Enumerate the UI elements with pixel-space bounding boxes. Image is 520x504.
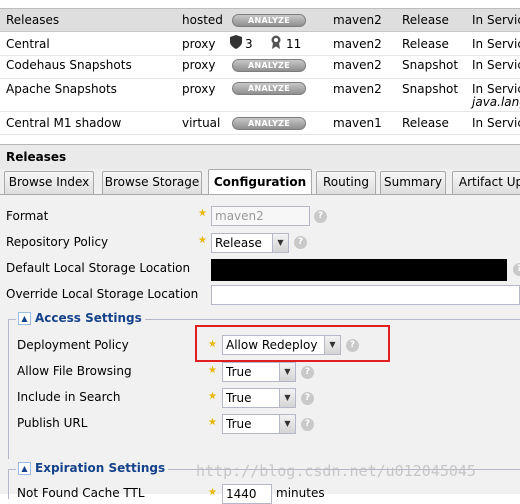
table-row[interactable]: Central M1 shadow virtual ANALYZE maven1… [0,112,520,135]
repo-format: maven1 [333,116,382,130]
not-found-cache-ttl-unit: minutes [276,486,325,500]
repo-name: Codehaus Snapshots [6,58,132,72]
help-icon[interactable]: ? [513,263,520,276]
required-star-icon: ★ [198,235,207,246]
repo-policy: Snapshot [402,82,459,96]
chevron-down-icon[interactable]: ▼ [272,234,288,252]
publish-url-label: Publish URL [17,416,88,430]
repo-format: maven2 [333,37,382,51]
allow-file-browsing-label: Allow File Browsing [17,364,132,378]
override-storage-field[interactable] [211,285,520,305]
allow-file-browsing-select[interactable]: True ▼ [222,362,296,382]
table-row[interactable]: Apache Snapshots proxy ANALYZE maven2 Sn… [0,79,520,112]
repo-format: maven2 [333,13,382,27]
required-star-icon: ★ [208,391,217,402]
default-storage-field[interactable] [211,259,507,281]
award-icon [270,35,282,52]
required-star-icon: ★ [208,487,217,498]
not-found-cache-ttl-label: Not Found Cache TTL [17,486,145,500]
award-count: 11 [286,37,302,51]
format-label: Format [6,209,49,223]
analyze-button[interactable]: ANALYZE [232,117,306,130]
expiration-settings-title: Expiration Settings [35,461,166,475]
tab-browse-storage[interactable]: Browse Storage [102,171,202,194]
repo-format: maven2 [333,82,382,96]
tab-configuration[interactable]: Configuration [208,169,312,194]
include-in-search-select[interactable]: True ▼ [222,388,296,408]
panel-title: Releases [0,144,520,169]
repo-name: Central [6,37,50,51]
repo-status: In Service [472,37,520,51]
repo-type: virtual [182,116,221,130]
repo-status: In Service [472,82,520,96]
include-in-search-value: True [226,391,252,405]
repo-name: Central M1 shadow [6,116,122,130]
not-found-cache-ttl-field[interactable]: 1440 [222,484,272,504]
help-icon[interactable]: ? [301,366,314,379]
access-settings-legend[interactable]: ▲ Access Settings [16,311,145,325]
repository-policy-select[interactable]: Release ▼ [211,233,289,253]
repo-policy: Release [402,116,449,130]
repo-type: proxy [182,58,216,72]
analyze-button[interactable]: ANALYZE [232,82,306,95]
deployment-policy-label: Deployment Policy [17,338,129,352]
analyze-button[interactable]: ANALYZE [232,59,306,72]
table-row[interactable]: Central proxy 3 11 maven2 Release In Ser… [0,32,520,56]
repo-type: proxy [182,37,216,51]
table-row[interactable]: Releases hosted ANALYZE maven2 Release I… [0,8,520,32]
repo-name: Releases [6,13,60,27]
access-settings-title: Access Settings [35,311,142,325]
repo-type: proxy [182,82,216,96]
repo-type: hosted [182,13,223,27]
help-icon[interactable]: ? [294,236,307,249]
collapse-icon[interactable]: ▲ [18,462,31,475]
repo-status: In Service [472,13,520,27]
help-icon[interactable]: ? [301,392,314,405]
publish-url-select[interactable]: True ▼ [222,414,296,434]
tab-summary[interactable]: Summary [380,171,446,194]
tab-routing[interactable]: Routing [316,171,376,194]
repository-policy-label: Repository Policy [6,235,109,249]
help-icon[interactable]: ? [301,418,314,431]
repo-status-detail: java.lang [472,95,520,109]
chevron-down-icon[interactable]: ▼ [279,415,295,433]
required-star-icon: ★ [208,417,217,428]
repo-policy: Snapshot [402,58,459,72]
repo-name: Apache Snapshots [6,82,117,96]
repo-status: In Service [472,58,520,72]
shield-icon [230,35,242,52]
tab-artifact-upload[interactable]: Artifact Up [452,171,520,194]
chevron-down-icon[interactable]: ▼ [279,389,295,407]
repository-grid: Releases hosted ANALYZE maven2 Release I… [0,0,520,135]
publish-url-value: True [226,417,252,431]
repo-policy: Release [402,37,449,51]
chevron-down-icon[interactable]: ▼ [279,363,295,381]
default-storage-label: Default Local Storage Location [6,261,191,275]
repo-policy: Release [402,13,449,27]
repo-format: maven2 [333,58,382,72]
expiration-settings-legend[interactable]: ▲ Expiration Settings [16,461,169,475]
tab-browse-index[interactable]: Browse Index [4,171,94,194]
collapse-icon[interactable]: ▲ [18,312,31,325]
include-in-search-label: Include in Search [17,390,121,404]
analyze-button[interactable]: ANALYZE [232,14,306,27]
table-row[interactable]: Codehaus Snapshots proxy ANALYZE maven2 … [0,56,520,79]
override-storage-label: Override Local Storage Location [6,287,199,301]
highlight-box [195,325,390,362]
repository-policy-value: Release [215,236,262,250]
required-star-icon: ★ [198,208,207,219]
shield-count: 3 [245,37,253,51]
allow-file-browsing-value: True [226,365,252,379]
required-star-icon: ★ [208,365,217,376]
watermark: http://blog.csdn.net/u012045045 [196,462,476,480]
repo-status: In Service [472,116,520,130]
help-icon[interactable]: ? [314,210,327,223]
tab-bar: Browse Index Browse Storage Configuratio… [0,169,520,194]
format-field: maven2 [211,206,310,226]
